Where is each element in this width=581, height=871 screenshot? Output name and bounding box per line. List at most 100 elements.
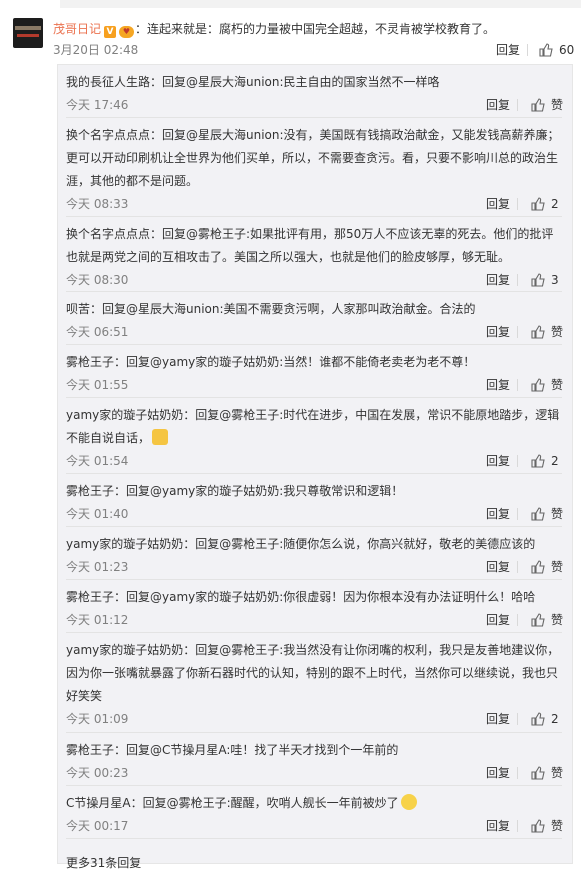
thumbs-up-icon: [531, 197, 545, 211]
verified-icon: V: [104, 26, 117, 38]
reply-button[interactable]: 回复: [486, 272, 510, 288]
like-button[interactable]: 赞: [531, 377, 563, 393]
action-divider: [517, 379, 518, 391]
thumbs-up-icon: [539, 43, 553, 57]
reply-button[interactable]: 回复: [486, 453, 510, 469]
like-button[interactable]: 2: [531, 711, 559, 727]
like-count: 赞: [551, 560, 564, 574]
reply-time: 今天 01:23: [66, 560, 129, 574]
divider: [66, 344, 562, 345]
reply-text-wrap: C节操月星A：回复@雾枪王子:醒醒，吹哨人舰长一年前被炒了: [66, 792, 562, 815]
reply-text: C节操月星A：回复@雾枪王子:醒醒，吹哨人舰长一年前被炒了: [66, 796, 399, 810]
reply-time: 今天 06:51: [66, 325, 129, 339]
reply-button[interactable]: 回复: [486, 711, 510, 727]
thumbs-up-icon: [531, 98, 545, 112]
action-divider: [517, 713, 518, 725]
like-button[interactable]: 3: [531, 272, 559, 288]
like-count: 2: [551, 712, 559, 726]
like-button[interactable]: 赞: [531, 324, 563, 340]
reply-item: 雾枪王子：回复@yamy家的璇子姑奶奶:当然！谁都不能倚老卖老为老不尊！ 今天 …: [66, 351, 563, 392]
main-username[interactable]: 茂哥日记: [53, 22, 101, 36]
main-like-button[interactable]: 60: [539, 42, 574, 58]
reply-text: 换个名字点点点：回复@雾枪王子:如果批评有用，那50万人不应该无辜的死去。他们的…: [66, 227, 554, 264]
reply-button[interactable]: 回复: [486, 196, 510, 212]
reply-text-wrap: yamy家的璇子姑奶奶：回复@雾枪王子:时代在进步，中国在发展，常识不能原地踏步…: [66, 404, 562, 450]
reply-button[interactable]: 回复: [486, 97, 510, 113]
like-count: 3: [551, 273, 559, 287]
main-comment-text: 连起来就是：腐朽的力量被中国完全超越，不灵肯被学校教育了。: [147, 22, 496, 36]
thumbs-up-icon: [531, 325, 545, 339]
fan-badge-icon: ♥: [119, 26, 135, 38]
like-count: 赞: [551, 819, 564, 833]
thumbs-up-icon: [531, 613, 545, 627]
more-replies-link[interactable]: 更多31条回复: [66, 854, 141, 871]
like-count: 2: [551, 197, 559, 211]
main-like-count: 60: [559, 43, 575, 57]
reply-item: 换个名字点点点：回复@雾枪王子:如果批评有用，那50万人不应该无辜的死去。他们的…: [66, 223, 562, 287]
divider: [66, 526, 562, 527]
divider: [66, 473, 562, 474]
divider: [66, 291, 562, 292]
like-count: 赞: [551, 98, 564, 112]
action-divider: [517, 99, 518, 111]
divider: [66, 785, 562, 786]
folded-hands-emoji-icon: [152, 429, 169, 445]
main-reply-button[interactable]: 回复: [496, 42, 520, 58]
like-button[interactable]: 2: [531, 196, 559, 212]
action-divider: [517, 274, 518, 286]
avatar[interactable]: [13, 18, 43, 48]
like-count: 2: [551, 454, 559, 468]
reply-item: yamy家的璇子姑奶奶：回复@雾枪王子:时代在进步，中国在发展，常识不能原地踏步…: [66, 404, 562, 468]
divider: [66, 632, 562, 633]
divider: [66, 838, 562, 839]
like-button[interactable]: 赞: [531, 765, 563, 781]
reply-text: yamy家的璇子姑奶奶：回复@雾枪王子:随便你怎么说，你高兴就好，敬老的美德应该…: [66, 537, 536, 551]
reply-time: 今天 00:23: [66, 766, 129, 780]
reply-text: 雾枪王子：回复@yamy家的璇子姑奶奶:我只尊敬常识和逻辑！: [66, 484, 404, 498]
thumbs-up-icon: [531, 712, 545, 726]
reply-text: 呗苦：回复@星辰大海union:美国不需要贪污啊，人家那叫政治献金。合法的: [66, 302, 476, 316]
main-comment: 茂哥日记 V ♥ ：连起来就是：腐朽的力量被中国完全超越，不灵肯被学校教育了。 3月2…: [0, 8, 581, 60]
reply-time: 今天 01:09: [66, 712, 129, 726]
like-button[interactable]: 2: [531, 453, 559, 469]
like-button[interactable]: 赞: [531, 97, 563, 113]
like-button[interactable]: 赞: [531, 506, 563, 522]
reply-text: 雾枪王子：回复@yamy家的璇子姑奶奶:你很虚弱！因为你根本没有办法证明什么！哈…: [66, 590, 536, 604]
thumbs-up-icon: [531, 454, 545, 468]
reply-text: 雾枪王子：回复@C节操月星A:哇！找了半天才找到个一年前的: [66, 743, 399, 757]
reply-time: 今天 01:55: [66, 378, 129, 392]
reply-button[interactable]: 回复: [486, 559, 510, 575]
reply-button[interactable]: 回复: [486, 377, 510, 393]
reply-text: 雾枪王子：回复@yamy家的璇子姑奶奶:当然！谁都不能倚老卖老为老不尊！: [66, 355, 476, 369]
reply-button[interactable]: 回复: [486, 324, 510, 340]
like-button[interactable]: 赞: [531, 818, 563, 834]
action-divider: [517, 508, 518, 520]
reply-text: 换个名字点点点：回复@星辰大海union:没有，美国既有钱搞政治献金，又能发钱高…: [66, 128, 560, 188]
reply-time: 今天 17:46: [66, 98, 129, 112]
thumbs-up-icon: [531, 378, 545, 392]
smile-emoji-icon: [400, 794, 417, 810]
reply-item: 呗苦：回复@星辰大海union:美国不需要贪污啊，人家那叫政治献金。合法的 今天…: [66, 298, 563, 339]
reply-time: 今天 00:17: [66, 819, 129, 833]
reply-button[interactable]: 回复: [486, 818, 510, 834]
action-divider: [517, 326, 518, 338]
action-divider: [517, 820, 518, 832]
thumbs-up-icon: [531, 560, 545, 574]
like-button[interactable]: 赞: [531, 612, 563, 628]
reply-item: 换个名字点点点：回复@星辰大海union:没有，美国既有钱搞政治献金，又能发钱高…: [66, 124, 562, 211]
reply-item: 雾枪王子：回复@yamy家的璇子姑奶奶:你很虚弱！因为你根本没有办法证明什么！哈…: [66, 586, 563, 627]
like-count: 赞: [551, 766, 564, 780]
action-divider: [517, 767, 518, 779]
reply-text: 我的長征人生路：回复@星辰大海union:民主自由的国家当然不一样咯: [66, 75, 440, 89]
reply-item: 雾枪王子：回复@C节操月星A:哇！找了半天才找到个一年前的 今天 00:23 回…: [66, 739, 563, 780]
reply-time: 今天 01:54: [66, 454, 129, 468]
reply-button[interactable]: 回复: [486, 506, 510, 522]
action-divider: [517, 455, 518, 467]
reply-item: yamy家的璇子姑奶奶：回复@雾枪王子:我当然没有让你闭嘴的权利，我只是友善地建…: [66, 639, 562, 726]
reply-button[interactable]: 回复: [486, 765, 510, 781]
thumbs-up-icon: [531, 507, 545, 521]
action-divider: [517, 561, 518, 573]
reply-time: 今天 08:30: [66, 273, 129, 287]
reply-button[interactable]: 回复: [486, 612, 510, 628]
like-button[interactable]: 赞: [531, 559, 563, 575]
